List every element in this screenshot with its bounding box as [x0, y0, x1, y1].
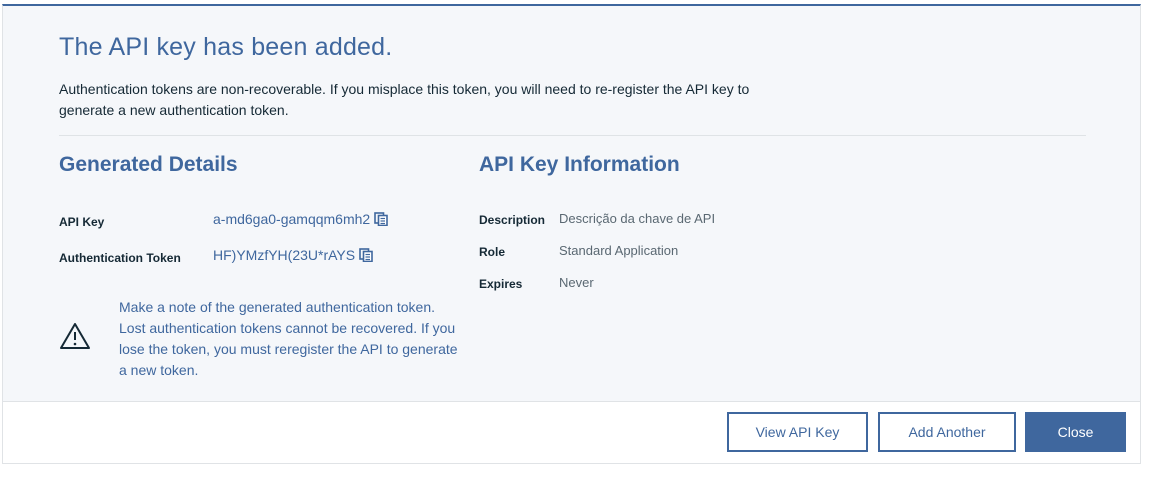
api-key-row: a-md6ga0-gamqqm6mh2 — [213, 211, 389, 227]
role-value: Standard Application — [559, 243, 679, 258]
view-api-key-button[interactable]: View API Key — [727, 412, 868, 452]
expires-value: Never — [559, 275, 594, 290]
warning-triangle-icon — [60, 323, 90, 349]
auth-token-row: HF)YMzfYH(23U*rAYS — [213, 247, 373, 263]
divider — [59, 135, 1086, 136]
description-label: Description — [479, 213, 546, 227]
generated-details-heading: Generated Details — [59, 153, 238, 176]
auth-token-label: Authentication Token — [59, 251, 181, 265]
add-another-button[interactable]: Add Another — [878, 412, 1016, 452]
modal-description: Authentication tokens are non-recoverabl… — [59, 81, 750, 118]
api-key-value: a-md6ga0-gamqqm6mh2 — [213, 211, 371, 227]
close-button[interactable]: Close — [1025, 412, 1126, 452]
api-key-label: API Key — [59, 215, 105, 229]
copy-auth-token-icon[interactable] — [359, 248, 373, 262]
warning-message: Make a note of the generated authenticat… — [119, 299, 458, 378]
role-label: Role — [479, 245, 506, 259]
modal-body: The API key has been added. Authenticati… — [3, 6, 1140, 402]
modal-title: The API key has been added. — [59, 33, 393, 61]
auth-token-value: HF)YMzfYH(23U*rAYS — [213, 247, 356, 263]
modal-footer: View API Key Add Another Close — [3, 401, 1140, 463]
api-key-information-heading: API Key Information — [479, 153, 680, 176]
description-value: Descrição da chave de API — [559, 211, 716, 226]
expires-label: Expires — [479, 277, 523, 291]
api-key-added-modal: The API key has been added. Authenticati… — [2, 4, 1141, 464]
copy-api-key-icon[interactable] — [374, 212, 389, 226]
